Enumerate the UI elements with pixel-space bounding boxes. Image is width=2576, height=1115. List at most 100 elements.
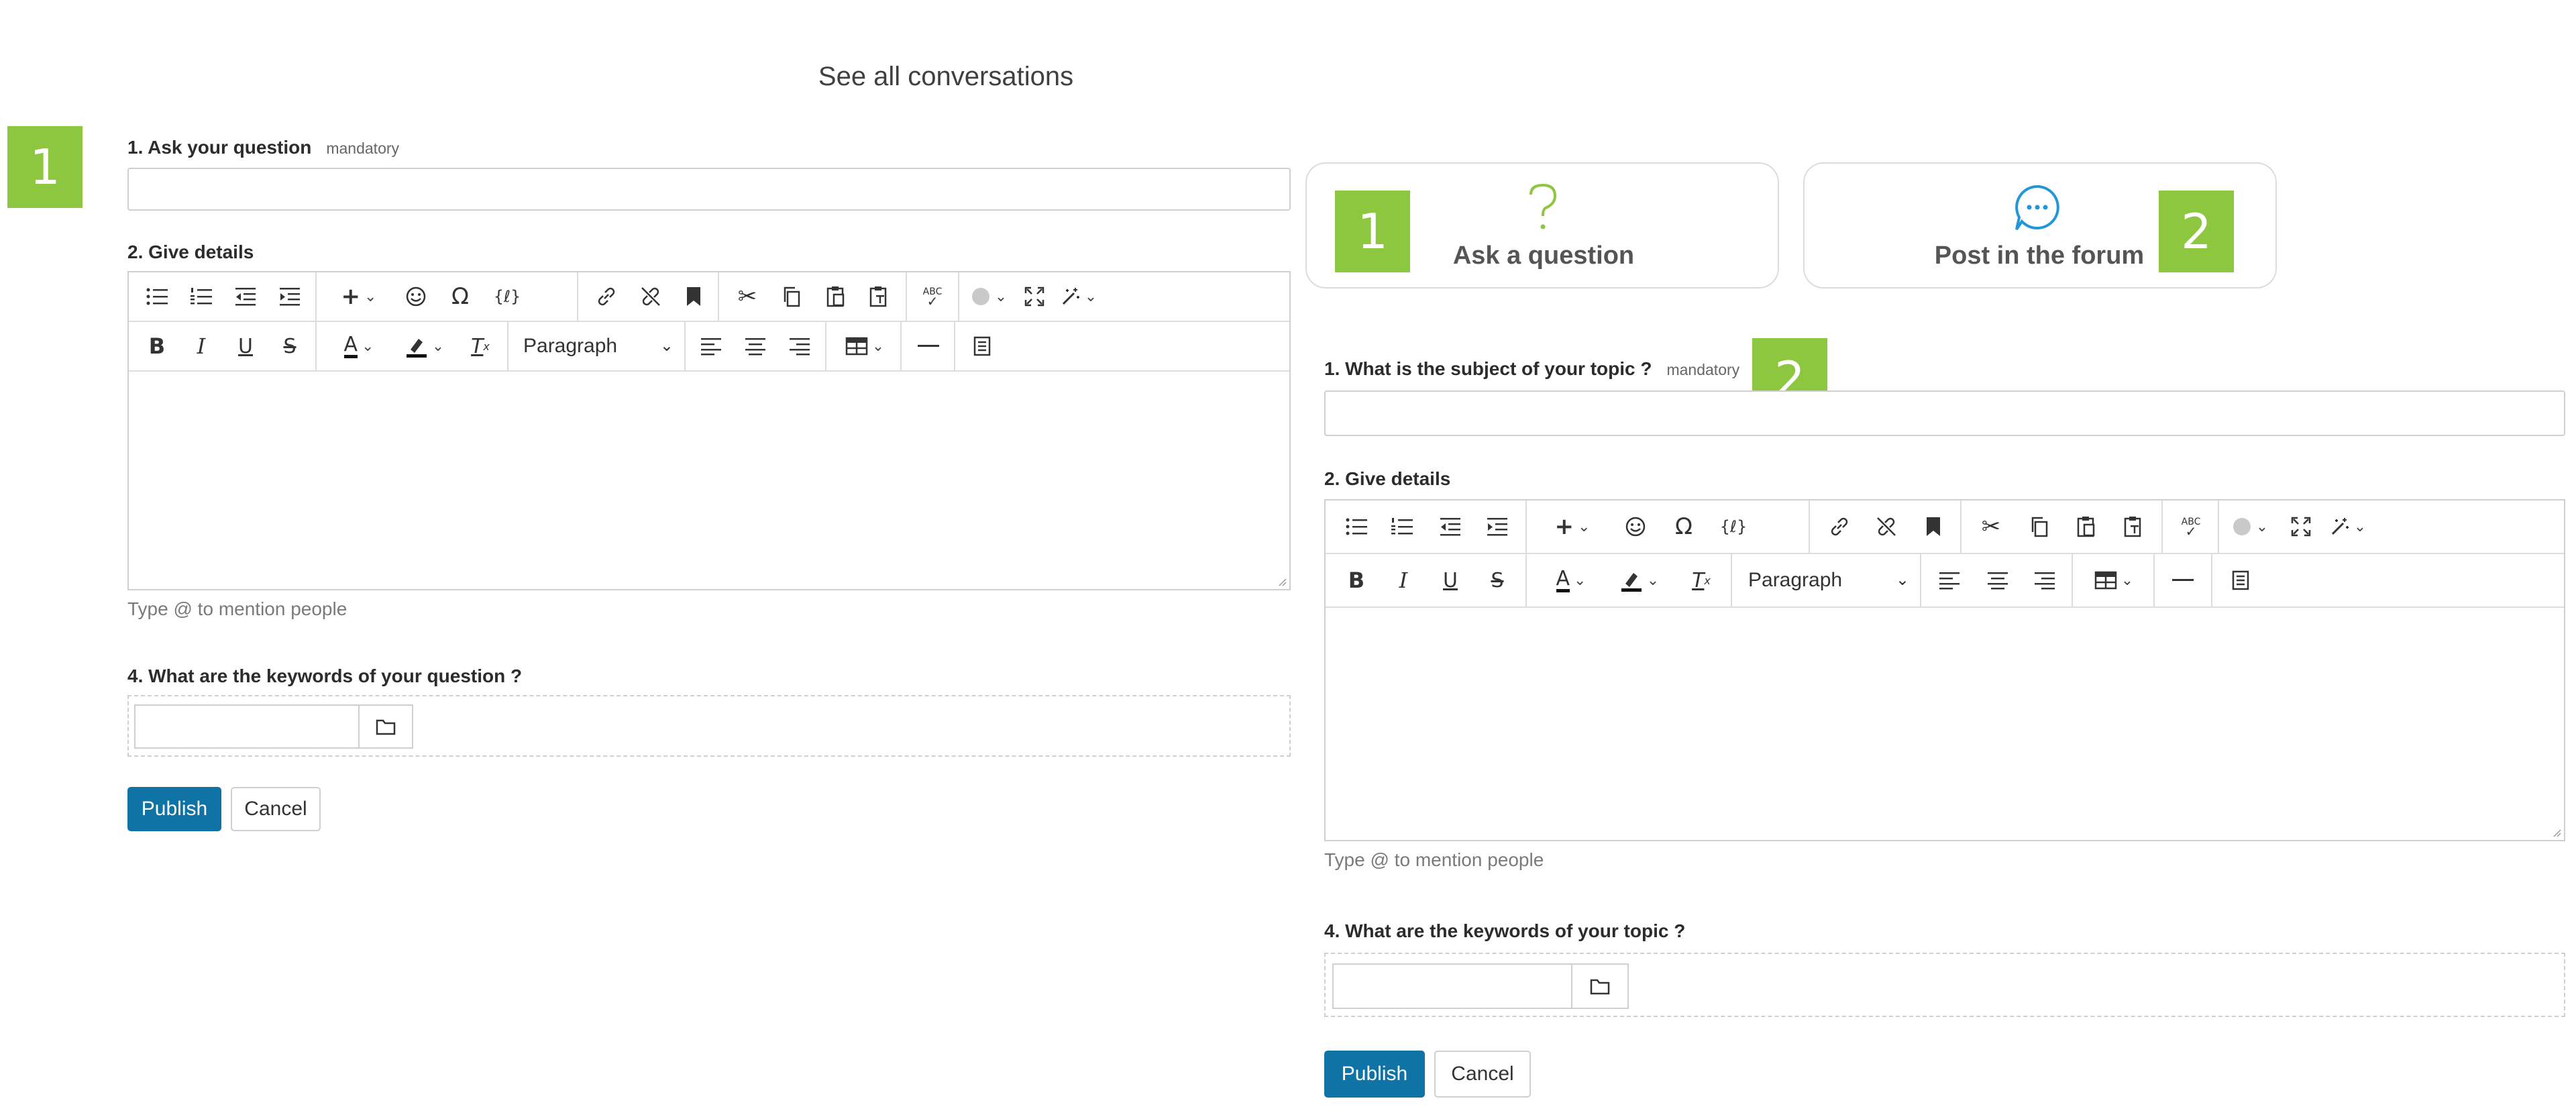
folder-icon xyxy=(1590,979,1610,995)
paste-text-icon[interactable] xyxy=(2114,511,2152,543)
details-text-area[interactable] xyxy=(129,372,1289,589)
bookmark-icon[interactable] xyxy=(676,280,711,313)
format-group: B I U S xyxy=(1326,554,1527,606)
details-editor: + ⌄ Ω {ℓ} ✂ ABC ✓ ⌄ ⌄ B I U S A ⌄ ⌄ T x … xyxy=(127,271,1291,590)
source-document-icon[interactable] xyxy=(2222,564,2259,596)
omega-special-char-icon[interactable]: Ω xyxy=(1665,511,1703,543)
unlink-icon[interactable] xyxy=(1868,511,1905,543)
code-braces-icon[interactable]: {ℓ} xyxy=(1712,511,1755,543)
details-text-area[interactable] xyxy=(1326,608,2564,840)
cut-icon[interactable]: ✂ xyxy=(730,280,765,313)
text-color-icon[interactable]: A ⌄ xyxy=(1539,564,1603,596)
keywords-input[interactable] xyxy=(134,704,360,749)
paragraph-group: Paragraph ⌄ xyxy=(1732,554,1921,606)
bookmark-icon[interactable] xyxy=(1915,511,1952,543)
language-icon[interactable]: ⌄ xyxy=(2227,511,2273,543)
spellcheck-abc-icon[interactable]: ABC ✓ xyxy=(2172,511,2210,543)
unlink-icon[interactable] xyxy=(633,280,668,313)
bulleted-list-icon[interactable] xyxy=(1338,511,1375,543)
clear-format-icon[interactable]: Tx xyxy=(1682,564,1720,596)
resize-grip-icon[interactable] xyxy=(1276,576,1287,586)
language-icon[interactable]: ⌄ xyxy=(967,280,1010,313)
table-icon[interactable]: ⌄ xyxy=(836,330,894,362)
magic-wand-icon[interactable]: ⌄ xyxy=(1057,280,1100,313)
spellcheck-group: ABC ✓ xyxy=(907,272,959,321)
hr-group xyxy=(902,322,955,370)
see-all-conversations-link[interactable]: See all conversations xyxy=(0,62,1892,92)
emoji-icon[interactable] xyxy=(1617,511,1654,543)
cut-icon[interactable]: ✂ xyxy=(1972,511,2010,543)
table-group: ⌄ xyxy=(826,322,902,370)
folder-browse-button[interactable] xyxy=(1572,963,1629,1009)
details-label: 2. Give details xyxy=(1324,468,1451,489)
align-left-icon[interactable] xyxy=(1931,564,1968,596)
underline-icon[interactable]: U xyxy=(228,330,263,362)
insert-plus-icon[interactable]: + ⌄ xyxy=(1539,511,1606,543)
strikethrough-icon[interactable]: S xyxy=(1479,564,1516,596)
paragraph-group: Paragraph ⌄ xyxy=(508,322,686,370)
fullscreen-icon[interactable] xyxy=(1017,280,1052,313)
italic-icon[interactable]: I xyxy=(184,330,219,362)
highlight-icon[interactable]: ⌄ xyxy=(1607,564,1672,596)
list-group xyxy=(129,272,317,321)
mention-hint: Type @ to mention people xyxy=(1324,849,1544,870)
resize-grip-icon[interactable] xyxy=(2551,827,2561,837)
cancel-button[interactable]: Cancel xyxy=(1434,1051,1531,1098)
paragraph-format-value: Paragraph xyxy=(523,335,618,357)
step-badge-1: 1 xyxy=(7,126,83,208)
magic-wand-icon[interactable]: ⌄ xyxy=(2325,511,2371,543)
align-right-icon[interactable] xyxy=(2026,564,2063,596)
question-mark-icon xyxy=(1529,183,1557,229)
outdent-icon[interactable] xyxy=(1432,511,1469,543)
format-group: B I U S xyxy=(129,322,317,370)
mandatory-tag: mandatory xyxy=(326,140,400,157)
table-group: ⌄ xyxy=(2073,554,2155,606)
spellcheck-abc-icon[interactable]: ABC ✓ xyxy=(915,280,950,313)
bulleted-list-icon[interactable] xyxy=(140,280,174,313)
omega-special-char-icon[interactable]: Ω xyxy=(443,280,478,313)
source-group xyxy=(955,322,1009,370)
paste-text-icon[interactable] xyxy=(861,280,896,313)
horizontal-rule-icon[interactable] xyxy=(911,330,946,362)
keywords-input[interactable] xyxy=(1332,963,1572,1009)
align-center-icon[interactable] xyxy=(738,330,773,362)
numbered-list-icon[interactable] xyxy=(1383,511,1421,543)
highlight-icon[interactable]: ⌄ xyxy=(394,330,455,362)
publish-button[interactable]: Publish xyxy=(127,787,221,831)
editor-toolbar-row-2: B I U S A ⌄ ⌄ Tx Paragraph ⌄ ⌄ xyxy=(1326,554,2564,608)
italic-icon[interactable]: I xyxy=(1385,564,1422,596)
paragraph-format-select[interactable]: Paragraph ⌄ xyxy=(1748,566,1913,595)
table-icon[interactable]: ⌄ xyxy=(2082,564,2145,596)
source-document-icon[interactable] xyxy=(965,330,1000,362)
bold-icon[interactable]: B xyxy=(1338,564,1375,596)
link-icon[interactable] xyxy=(1821,511,1858,543)
strikethrough-icon[interactable]: S xyxy=(272,330,307,362)
outdent-icon[interactable] xyxy=(228,280,263,313)
cancel-button[interactable]: Cancel xyxy=(231,787,321,831)
link-icon[interactable] xyxy=(589,280,624,313)
horizontal-rule-icon[interactable] xyxy=(2164,564,2202,596)
bold-icon[interactable]: B xyxy=(140,330,174,362)
subject-input[interactable] xyxy=(1324,390,2565,436)
indent-icon[interactable] xyxy=(272,280,307,313)
publish-button[interactable]: Publish xyxy=(1324,1051,1425,1098)
indent-icon[interactable] xyxy=(1479,511,1516,543)
copy-icon[interactable] xyxy=(2021,511,2058,543)
paste-icon[interactable] xyxy=(2068,511,2105,543)
paste-icon[interactable] xyxy=(818,280,853,313)
underline-icon[interactable]: U xyxy=(1432,564,1469,596)
align-center-icon[interactable] xyxy=(1979,564,2017,596)
code-braces-icon[interactable]: {ℓ} xyxy=(487,280,527,313)
question-input[interactable] xyxy=(127,168,1291,211)
copy-icon[interactable] xyxy=(774,280,809,313)
clear-format-icon[interactable]: Tx xyxy=(463,330,498,362)
text-color-icon[interactable]: A ⌄ xyxy=(329,330,389,362)
align-left-icon[interactable] xyxy=(694,330,729,362)
paragraph-format-select[interactable]: Paragraph ⌄ xyxy=(523,331,678,361)
numbered-list-icon[interactable] xyxy=(184,280,219,313)
align-right-icon[interactable] xyxy=(782,330,817,362)
fullscreen-icon[interactable] xyxy=(2282,511,2320,543)
insert-plus-icon[interactable]: + ⌄ xyxy=(329,280,389,313)
folder-browse-button[interactable] xyxy=(360,704,413,749)
emoji-icon[interactable] xyxy=(398,280,433,313)
